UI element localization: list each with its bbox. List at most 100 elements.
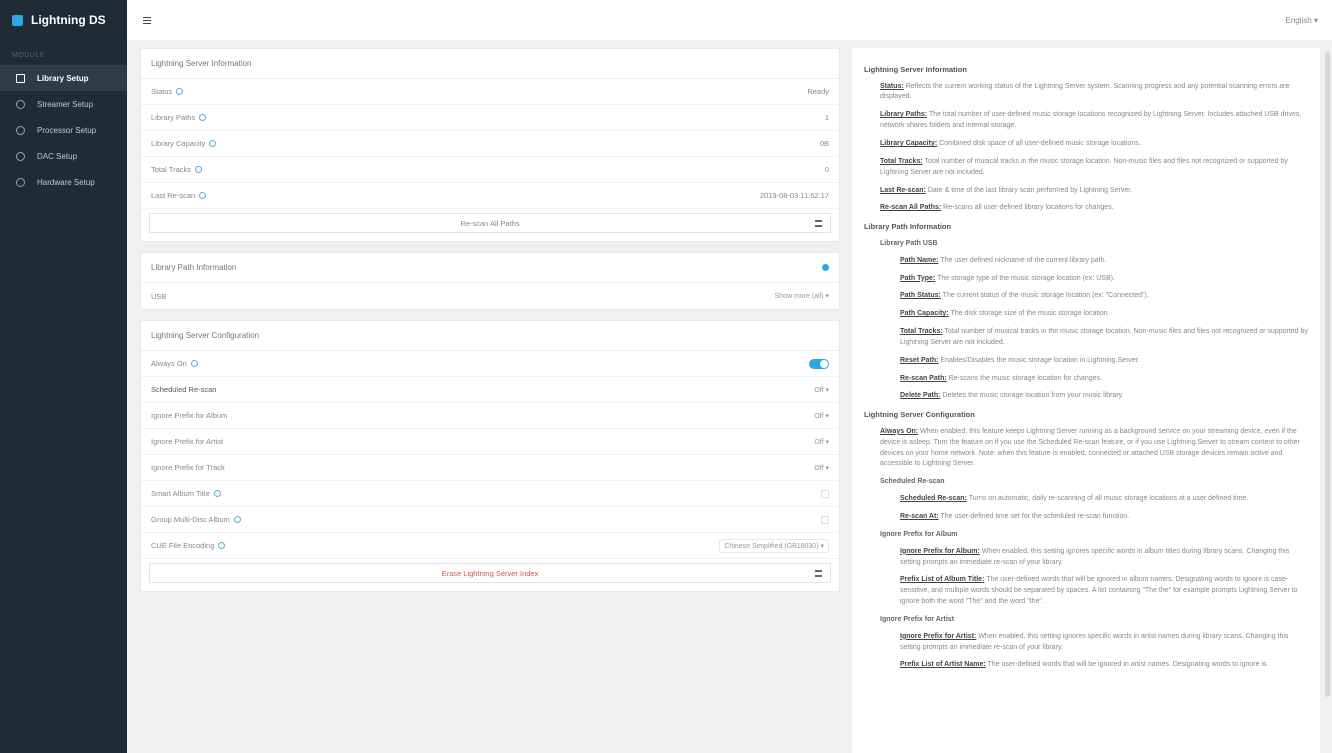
help-paragraph: Last Re-scan: Date & time of the last li…: [880, 186, 1133, 194]
sidebar-item-label: DAC Setup: [37, 151, 78, 161]
erase-index-button[interactable]: Erase Lightning Server Index: [149, 563, 831, 583]
help-paragraph: Path Name: The user defined nickname of …: [900, 256, 1107, 264]
config-row-ignore-track[interactable]: Ignore Prefix for Track Off ▾: [141, 455, 839, 481]
hardware-icon: [16, 177, 25, 187]
group-multi-disc-checkbox[interactable]: [821, 515, 829, 524]
info-icon[interactable]: [233, 516, 241, 523]
sidebar-item-label: Hardware Setup: [37, 177, 95, 187]
info-icon[interactable]: [199, 114, 207, 121]
info-row-library-paths: Library Paths 1: [141, 105, 839, 131]
database-icon: [815, 569, 822, 577]
help-paragraph: Total Tracks: Total number of musical tr…: [880, 157, 1288, 176]
info-icon[interactable]: [190, 360, 198, 367]
brand-name: Lightning DS: [31, 13, 106, 27]
config-row-cue-encoding: CUE File Encoding Chinese Simplified (GB…: [141, 533, 839, 559]
gear-icon[interactable]: [822, 264, 829, 271]
main-content: Lightning Server Information Status Read…: [140, 48, 840, 602]
help-subheading: Library Path USB: [880, 239, 938, 247]
help-subheading: Scheduled Re-scan: [880, 478, 945, 486]
card-title: Library Path Information: [141, 253, 839, 283]
config-row-ignore-artist[interactable]: Ignore Prefix for Artist Off ▾: [141, 429, 839, 455]
ignore-album-dropdown[interactable]: Off ▾: [814, 412, 829, 420]
database-icon: [815, 219, 822, 227]
scheduled-rescan-dropdown[interactable]: Off ▾: [814, 386, 829, 394]
server-info-card: Lightning Server Information Status Read…: [140, 48, 840, 242]
topbar: English ▾: [127, 0, 1332, 40]
info-icon[interactable]: [209, 140, 217, 147]
info-row-status: Status Ready: [141, 79, 839, 105]
info-icon[interactable]: [176, 88, 184, 95]
last-rescan-value: 2019-08-03 11:52:17: [759, 191, 829, 200]
rescan-all-paths-button[interactable]: Re-scan All Paths: [149, 213, 831, 233]
library-capacity-value: 0B: [819, 139, 829, 148]
help-paragraph: Always On: When enabled, this feature ke…: [880, 427, 1300, 468]
help-scrollbar[interactable]: [1325, 52, 1330, 697]
info-row-library-capacity: Library Capacity 0B: [141, 131, 839, 157]
always-on-toggle[interactable]: [809, 358, 829, 369]
help-subheading: Ignore Prefix for Artist: [880, 615, 955, 623]
sidebar-section-label: MODULE: [12, 52, 45, 59]
config-row-group-multi-disc: Group Multi-Disc Album: [141, 507, 839, 533]
help-paragraph: Prefix List of Artist Name: The user-def…: [900, 661, 1267, 669]
config-row-always-on: Always On: [141, 351, 839, 377]
show-more-dropdown[interactable]: Show more (all) ▾: [775, 292, 829, 300]
cue-encoding-select[interactable]: Chinese Simplified (GB18030) ▾: [719, 538, 829, 553]
help-paragraph: Reset Path: Enables/Disables the music s…: [900, 356, 1140, 364]
help-subheading: Ignore Prefix for Album: [880, 530, 958, 538]
help-panel: Lightning Server Information Status: Ref…: [852, 48, 1320, 753]
help-paragraph: Re-scan Path: Re-scans the music storage…: [900, 374, 1102, 382]
help-paragraph: Status: Reflects the current working sta…: [880, 82, 1290, 101]
help-heading: Lightning Server Information: [864, 65, 967, 74]
sidebar: Lightning DS MODULE Library Setup Stream…: [0, 0, 127, 753]
smart-album-checkbox[interactable]: [821, 489, 829, 498]
language-select[interactable]: English ▾: [1286, 16, 1318, 25]
help-paragraph: Path Capacity: The disk storage size of …: [900, 310, 1110, 318]
config-card: Lightning Server Configuration Always On…: [140, 320, 840, 592]
library-paths-value: 1: [824, 113, 829, 122]
library-path-row-usb[interactable]: USB Show more (all) ▾: [141, 283, 839, 309]
info-icon[interactable]: [213, 490, 221, 497]
sidebar-item-processor-setup[interactable]: Processor Setup: [0, 117, 127, 143]
help-paragraph: Delete Path: Deletes the music storage l…: [900, 392, 1124, 400]
sidebar-item-label: Processor Setup: [37, 125, 97, 135]
path-info-card: Library Path Information USB Show more (…: [140, 252, 840, 310]
sidebar-item-label: Library Setup: [37, 73, 89, 83]
info-icon[interactable]: [218, 542, 226, 549]
help-paragraph: Ignore Prefix for Artist: When enabled, …: [900, 632, 1289, 651]
help-paragraph: Library Capacity: Combined disk space of…: [880, 140, 1141, 147]
ignore-track-dropdown[interactable]: Off ▾: [814, 464, 829, 472]
sidebar-item-library-setup[interactable]: Library Setup: [0, 65, 127, 91]
streamer-icon: [16, 99, 25, 109]
status-value: Ready: [807, 87, 829, 96]
card-title: Lightning Server Configuration: [141, 321, 839, 351]
help-paragraph: Total Tracks: Total number of musical tr…: [900, 328, 1308, 346]
processor-icon: [16, 125, 25, 135]
menu-toggle-icon[interactable]: [143, 16, 151, 24]
info-icon[interactable]: [195, 166, 203, 173]
card-title: Lightning Server Information: [141, 49, 839, 79]
help-paragraph: Re-scan All Paths: Re-scans all user-def…: [880, 204, 1114, 212]
config-row-scheduled-rescan[interactable]: Scheduled Re-scan Off ▾: [141, 377, 839, 403]
help-heading: Library Path Information: [864, 222, 952, 232]
help-heading: Lightning Server Configuration: [864, 410, 975, 420]
help-paragraph: Library Paths: The total number of user-…: [880, 111, 1302, 130]
dac-icon: [16, 151, 25, 161]
help-paragraph: Ignore Prefix for Album: When enabled, t…: [900, 547, 1290, 566]
info-icon[interactable]: [199, 192, 207, 199]
sidebar-item-streamer-setup[interactable]: Streamer Setup: [0, 91, 127, 117]
sidebar-item-label: Streamer Setup: [37, 99, 94, 109]
logo-icon: [12, 14, 23, 26]
info-row-last-rescan: Last Re-scan 2019-08-03 11:52:17: [141, 183, 839, 209]
ignore-artist-dropdown[interactable]: Off ▾: [814, 438, 829, 446]
sidebar-item-dac-setup[interactable]: DAC Setup: [0, 143, 127, 169]
config-row-smart-album: Smart Album Title: [141, 481, 839, 507]
total-tracks-value: 0: [824, 165, 829, 174]
help-paragraph: Re-scan At: The user-defined time set fo…: [900, 512, 1130, 520]
library-icon: [16, 73, 25, 83]
help-paragraph: Path Status: The current status of the m…: [900, 292, 1149, 300]
info-row-total-tracks: Total Tracks 0: [141, 157, 839, 183]
config-row-ignore-album[interactable]: Ignore Prefix for Album Off ▾: [141, 403, 839, 429]
sidebar-item-hardware-setup[interactable]: Hardware Setup: [0, 169, 127, 195]
brand[interactable]: Lightning DS: [0, 0, 127, 40]
help-paragraph: Path Type: The storage type of the music…: [900, 274, 1115, 282]
